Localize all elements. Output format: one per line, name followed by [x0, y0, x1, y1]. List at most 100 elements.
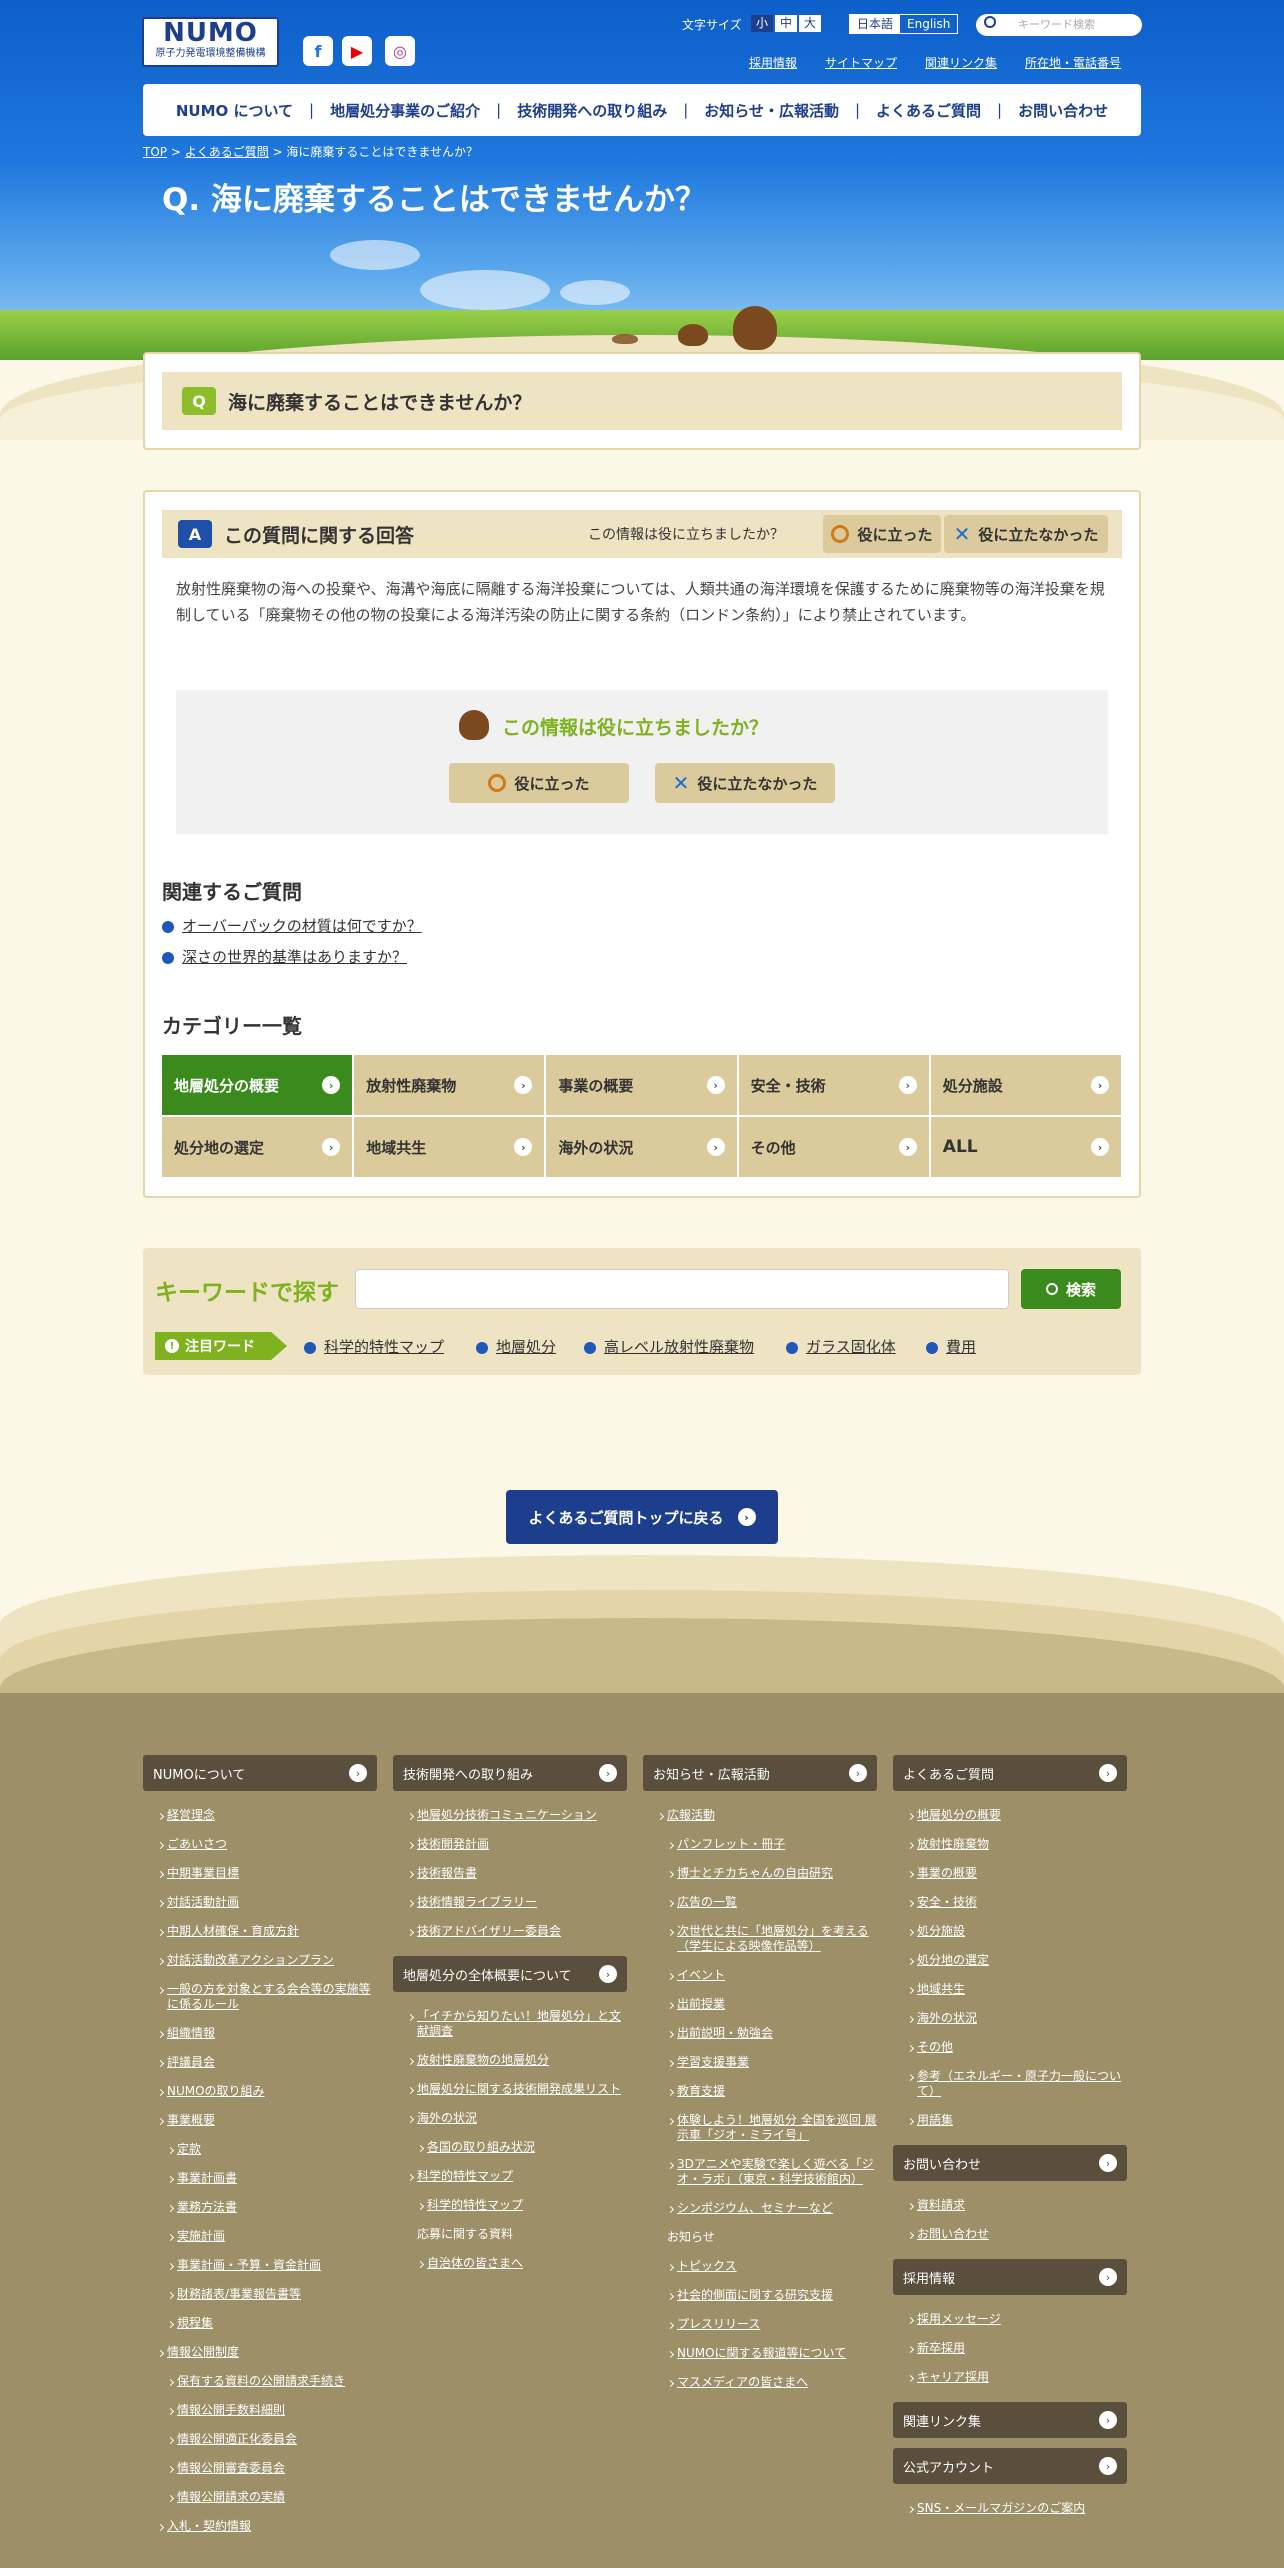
header-search-input[interactable]: キーワード検索 — [976, 14, 1142, 36]
footer-link[interactable]: 資料請求 — [893, 2191, 1127, 2220]
footer-link[interactable]: 3Dアニメや実験で楽しく遊べる「ジオ・ラボ」（東京・科学技術館内） — [643, 2150, 877, 2194]
font-size-large[interactable]: 大 — [799, 15, 822, 32]
footer-head-faq[interactable]: よくあるご質問 › — [893, 1755, 1127, 1791]
gnav-business[interactable]: 地層処分事業のご紹介 — [330, 100, 480, 121]
footer-link[interactable]: 学習支援事業 — [643, 2048, 877, 2077]
footer-link[interactable]: シンポジウム、セミナーなど — [643, 2194, 877, 2223]
category-community[interactable]: 地域共生 › — [354, 1117, 545, 1177]
footer-link[interactable]: キャリア採用 — [893, 2363, 1127, 2392]
featured-word-hlw[interactable]: 高レベル放射性廃棄物 — [604, 1338, 754, 1356]
footer-link[interactable]: 技術アドバイザリー委員会 — [393, 1917, 627, 1946]
footer-link[interactable]: 入札・契約情報 — [143, 2512, 377, 2541]
footer-link[interactable]: 各国の取り組み状況 — [393, 2133, 627, 2162]
footer-link[interactable]: 技術開発計画 — [393, 1830, 627, 1859]
footer-link[interactable]: 広報活動 — [643, 1801, 877, 1830]
instagram-icon[interactable]: ◎ — [385, 36, 415, 66]
keyword-input[interactable] — [355, 1269, 1009, 1309]
footer-link[interactable]: 放射性廃棄物の地層処分 — [393, 2046, 627, 2075]
footer-head-overview[interactable]: 地層処分の全体概要について › — [393, 1956, 627, 1992]
gnav-technology[interactable]: 技術開発への取り組み — [517, 100, 667, 121]
gnav-faq[interactable]: よくあるご質問 — [876, 100, 981, 121]
footer-head-related[interactable]: 関連リンク集 › — [893, 2402, 1127, 2438]
footer-link[interactable]: 事業計画書 — [143, 2164, 377, 2193]
footer-link[interactable]: NUMOに関する報道等について — [643, 2339, 877, 2368]
footer-link[interactable]: 参考（エネルギー・原子力一般について） — [893, 2062, 1127, 2106]
footer-link[interactable]: 対話活動計画 — [143, 1888, 377, 1917]
footer-link[interactable]: 経営理念 — [143, 1801, 377, 1830]
footer-link[interactable]: 地層処分の概要 — [893, 1801, 1127, 1830]
footer-link[interactable]: 中期事業目標 — [143, 1859, 377, 1888]
footer-link[interactable]: 海外の状況 — [393, 2104, 627, 2133]
footer-head-news[interactable]: お知らせ・広報活動 › — [643, 1755, 877, 1791]
footer-head-contact[interactable]: お問い合わせ › — [893, 2145, 1127, 2181]
footer-link[interactable]: 技術情報ライブラリー — [393, 1888, 627, 1917]
numo-logo[interactable]: NUMO 原子力発電環境整備機構 — [142, 17, 279, 67]
footer-link[interactable]: 情報公開適正化委員会 — [143, 2425, 377, 2454]
footer-head-recruit[interactable]: 採用情報 › — [893, 2259, 1127, 2295]
footer-link[interactable]: 安全・技術 — [893, 1888, 1127, 1917]
related-link-depth[interactable]: 深さの世界的基準はありますか？ — [182, 948, 407, 966]
helpful-yes-button[interactable]: 役に立った — [823, 515, 941, 553]
category-site-selection[interactable]: 処分地の選定 › — [162, 1117, 353, 1177]
featured-word-cost[interactable]: 費用 — [946, 1338, 976, 1356]
footer-link[interactable]: 科学的特性マップ — [393, 2162, 627, 2191]
footer-link[interactable]: 新卒採用 — [893, 2334, 1127, 2363]
related-links-link[interactable]: 関連リンク集 — [925, 54, 997, 71]
footer-link[interactable]: NUMOの取り組み — [143, 2077, 377, 2106]
footer-link[interactable]: イベント — [643, 1961, 877, 1990]
category-facility[interactable]: 処分施設 › — [930, 1055, 1121, 1115]
featured-word-disposal[interactable]: 地層処分 — [496, 1338, 556, 1356]
category-waste[interactable]: 放射性廃棄物 › — [354, 1055, 545, 1115]
footer-link[interactable]: 事業計画・予算・資金計画 — [143, 2251, 377, 2280]
recruit-link[interactable]: 採用情報 — [749, 54, 797, 71]
footer-link[interactable]: 情報公開手数料細則 — [143, 2396, 377, 2425]
sitemap-link[interactable]: サイトマップ — [825, 54, 897, 71]
footer-link[interactable]: 情報公開請求の実績 — [143, 2483, 377, 2512]
footer-link[interactable]: 科学的特性マップ — [393, 2191, 627, 2220]
breadcrumb-faq[interactable]: よくあるご質問 — [185, 145, 269, 159]
facebook-icon[interactable]: f — [303, 36, 333, 66]
category-business[interactable]: 事業の概要 › — [546, 1055, 737, 1115]
lang-english[interactable]: English — [900, 15, 957, 33]
footer-link[interactable]: 情報公開制度 — [143, 2338, 377, 2367]
footer-link[interactable]: プレスリリース — [643, 2310, 877, 2339]
footer-link[interactable]: 海外の状況 — [893, 2004, 1127, 2033]
footer-link[interactable]: 放射性廃棄物 — [893, 1830, 1127, 1859]
footer-link[interactable]: 処分施設 — [893, 1917, 1127, 1946]
footer-link[interactable]: 評議員会 — [143, 2048, 377, 2077]
back-to-faq-button[interactable]: よくあるご質問トップに戻る › — [506, 1490, 778, 1544]
footer-link[interactable]: 自治体の皆さまへ — [393, 2249, 627, 2278]
category-overseas[interactable]: 海外の状況 › — [546, 1117, 737, 1177]
gnav-about[interactable]: NUMO について — [176, 100, 293, 121]
footer-link[interactable]: 出前説明・勉強会 — [643, 2019, 877, 2048]
footer-link[interactable]: 社会的側面に関する研究支援 — [643, 2281, 877, 2310]
related-link-overpack[interactable]: オーバーパックの材質は何ですか？ — [182, 917, 422, 935]
footer-link[interactable]: 地層処分技術コミュニケーション — [393, 1801, 627, 1830]
footer-link[interactable]: 保有する資料の公開請求手続き — [143, 2367, 377, 2396]
featured-word-glass[interactable]: ガラス固化体 — [806, 1338, 896, 1356]
footer-link[interactable]: 情報公開審査委員会 — [143, 2454, 377, 2483]
footer-link[interactable]: マスメディアの皆さまへ — [643, 2368, 877, 2397]
footer-link[interactable]: 体験しよう！地層処分 全国を巡回 展示車「ジオ・ミライ号」 — [643, 2106, 877, 2150]
footer-link[interactable]: 規程集 — [143, 2309, 377, 2338]
footer-link[interactable]: 教育支援 — [643, 2077, 877, 2106]
gnav-news[interactable]: お知らせ・広報活動 — [704, 100, 839, 121]
category-all[interactable]: ALL › — [930, 1117, 1121, 1177]
footer-link[interactable]: 定款 — [143, 2135, 377, 2164]
helpful-no-button[interactable]: ✕ 役に立たなかった — [944, 515, 1108, 553]
footer-link[interactable]: 次世代と共に「地層処分」を考える（学生による映像作品等） — [643, 1917, 877, 1961]
gnav-contact[interactable]: お問い合わせ — [1018, 100, 1108, 121]
footer-link[interactable]: 事業概要 — [143, 2106, 377, 2135]
lang-japanese[interactable]: 日本語 — [850, 15, 901, 33]
footer-link[interactable]: 地層処分に関する技術開発成果リスト — [393, 2075, 627, 2104]
category-other[interactable]: その他 › — [738, 1117, 929, 1177]
footer-link[interactable]: 地域共生 — [893, 1975, 1127, 2004]
footer-link[interactable]: 業務方法書 — [143, 2193, 377, 2222]
footer-link[interactable]: 「イチから知りたい！地層処分」と文献調査 — [393, 2002, 627, 2046]
footer-link[interactable]: 処分地の選定 — [893, 1946, 1127, 1975]
keyword-search-button[interactable]: 検索 — [1021, 1269, 1121, 1309]
footer-link[interactable]: 組織情報 — [143, 2019, 377, 2048]
footer-link[interactable]: お問い合わせ — [893, 2220, 1127, 2249]
youtube-icon[interactable]: ▶ — [342, 36, 372, 66]
footer-link[interactable]: パンフレット・冊子 — [643, 1830, 877, 1859]
